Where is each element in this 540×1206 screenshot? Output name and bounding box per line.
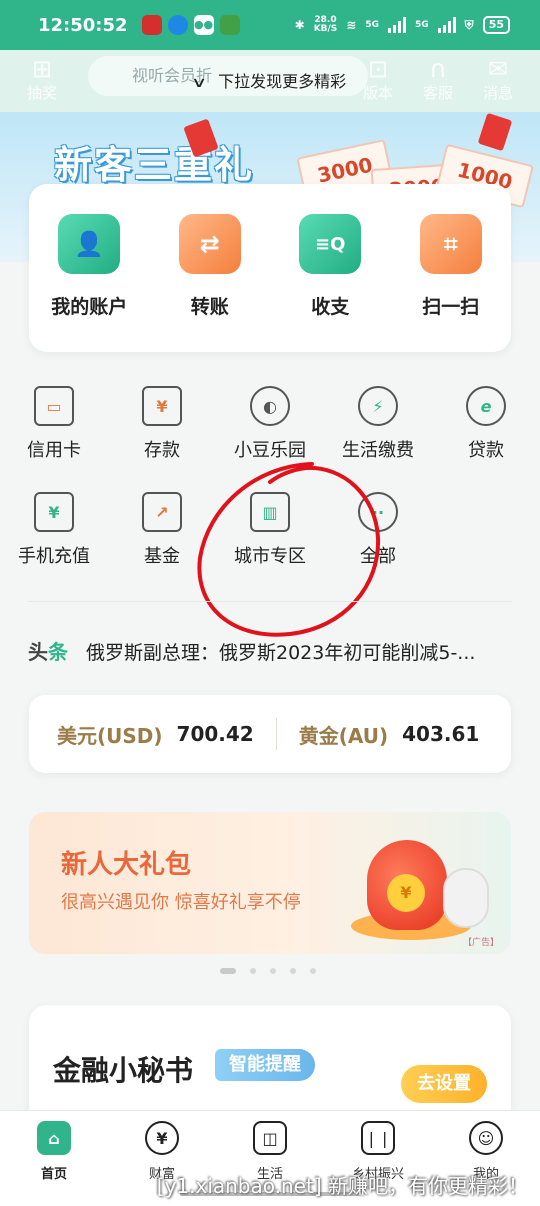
wifi-icon: ≋	[346, 18, 357, 32]
signal-5g-label-1: 5G	[365, 20, 380, 30]
mascot-icon	[443, 868, 489, 928]
rates-card: 美元(USD) 700.42 黄金(AU) 403.61	[29, 695, 511, 773]
battery-icon: 55	[482, 16, 510, 34]
life-bag-icon: ◫	[253, 1121, 287, 1155]
quick-action-scan[interactable]: ⌗ 扫一扫	[396, 214, 506, 352]
coin-icon: ¥	[387, 874, 425, 912]
signal-icon	[388, 17, 407, 33]
notification-icons: ●●	[141, 15, 240, 35]
red-circle-annotation	[197, 462, 381, 637]
section-divider	[28, 601, 512, 602]
quick-action-label: 转账	[190, 296, 229, 318]
rural-book-icon: ❘❘	[361, 1121, 395, 1155]
service-label: 贷款	[468, 440, 504, 461]
banner-title: 新客三重礼	[54, 143, 255, 187]
utility-payment-icon: ⚡	[358, 386, 398, 426]
bluetooth-icon: ✱	[294, 18, 305, 32]
quick-action-label: 我的账户	[51, 296, 128, 318]
top-header: ⊞ 抽奖 视听会员折 ⊡ 版本 ∩ 客服 ✉ 消息 ∨ 下拉发现更多精彩	[0, 50, 540, 112]
tab-home[interactable]: ⌂ 首页	[0, 1111, 108, 1206]
account-icon: 👤	[58, 214, 121, 274]
status-bar: 12:50:52 ●● ✱ 28.0 KB/S ≋ 5G 5G ⛨ 55	[0, 0, 540, 50]
network-speed-unit: KB/S	[313, 24, 338, 34]
status-time: 12:50:52	[38, 14, 128, 36]
gold-rate-label[interactable]: 黄金(AU)	[299, 720, 388, 749]
newcomer-gift-banner[interactable]: 新人大礼包 很高兴遇见你 惊喜好礼享不停 ¥ 【广告】	[29, 812, 511, 954]
service-deposit[interactable]: ¥ 存款	[108, 386, 216, 462]
service-phone-recharge[interactable]: ¥ 手机充值	[0, 492, 108, 568]
transfer-icon: ⇄	[178, 214, 241, 274]
promo-title: 新人大礼包	[61, 850, 192, 880]
usd-rate-label[interactable]: 美元(USD)	[57, 720, 163, 749]
bean-park-icon: ◐	[250, 386, 290, 426]
deposit-icon: ¥	[142, 386, 182, 426]
network-speed: 28.0 KB/S	[314, 16, 338, 34]
headline-tag: 头条	[28, 640, 68, 664]
carousel-dot	[290, 968, 296, 974]
income-expense-icon: ≡Q	[299, 214, 362, 274]
gold-rate-value: 403.61	[402, 722, 480, 746]
service-credit-card[interactable]: ▭ 信用卡	[0, 386, 108, 462]
quick-action-account[interactable]: 👤 我的账户	[34, 214, 144, 352]
bank-app-icon	[141, 15, 162, 35]
secretary-title: 金融小秘书	[53, 1054, 194, 1087]
signal-5g-label-2: 5G	[415, 20, 429, 30]
signal-icon-2	[437, 17, 456, 33]
promo-subtitle: 很高兴遇见你 惊喜好礼享不停	[61, 892, 301, 913]
usd-rate-value: 700.42	[176, 722, 254, 746]
red-envelope-icon	[477, 112, 513, 152]
profile-icon: ☺	[469, 1121, 503, 1155]
pull-down-tip-text: 下拉发现更多精彩	[218, 72, 347, 91]
headline-tag-suffix: 条	[48, 640, 68, 664]
watermark-text: [y1.xianbao.net] 新赚吧，有你更精彩！	[156, 1174, 528, 1198]
credit-card-icon: ▭	[34, 386, 74, 426]
service-bean-park[interactable]: ◐ 小豆乐园	[216, 386, 324, 462]
go-settings-button[interactable]: 去设置	[401, 1065, 487, 1103]
quick-action-label: 收支	[311, 296, 350, 318]
loan-icon: e	[466, 386, 506, 426]
tab-label: 首页	[40, 1167, 67, 1182]
carousel-dot	[270, 968, 276, 974]
carousel-dot	[250, 968, 256, 974]
service-label: 信用卡	[27, 440, 81, 461]
quick-actions-card: 👤 我的账户 ⇄ 转账 ≡Q 收支 ⌗ 扫一扫	[29, 184, 511, 352]
headline-news[interactable]: 头条 俄罗斯副总理：俄罗斯2023年初可能削减5-...	[28, 636, 518, 665]
service-utility-payment[interactable]: ⚡ 生活缴费	[324, 386, 432, 462]
chevron-down-icon: ∨	[190, 75, 208, 91]
service-loan[interactable]: e 贷款	[432, 386, 540, 462]
shield-icon: ⛨	[464, 17, 474, 32]
quick-action-income-expense[interactable]: ≡Q 收支	[275, 214, 385, 352]
wechat-icon: ●●	[193, 15, 214, 35]
smart-reminder-badge: 智能提醒	[215, 1049, 315, 1081]
ad-tag: 【广告】	[462, 938, 499, 948]
home-icon: ⌂	[37, 1121, 71, 1155]
headline-text: 俄罗斯副总理：俄罗斯2023年初可能削减5-...	[86, 642, 476, 664]
rates-separator	[275, 718, 277, 750]
carousel-dot-active	[220, 968, 236, 974]
qq-icon	[167, 15, 188, 35]
fund-icon: ↗	[142, 492, 182, 532]
quick-action-transfer[interactable]: ⇄ 转账	[155, 214, 265, 352]
carousel-dot	[310, 968, 316, 974]
headline-tag-prefix: 头	[28, 640, 48, 664]
scan-icon: ⌗	[419, 214, 482, 274]
carousel-indicator[interactable]	[220, 968, 316, 974]
message-app-icon	[219, 15, 240, 35]
service-label: 手机充值	[18, 546, 90, 567]
phone-recharge-icon: ¥	[34, 492, 74, 532]
wealth-icon: ¥	[145, 1121, 179, 1155]
quick-action-label: 扫一扫	[422, 296, 480, 318]
pull-down-tip[interactable]: ∨ 下拉发现更多精彩	[0, 68, 540, 92]
finance-secretary-card: 金融小秘书 智能提醒 去设置	[29, 1005, 511, 1125]
